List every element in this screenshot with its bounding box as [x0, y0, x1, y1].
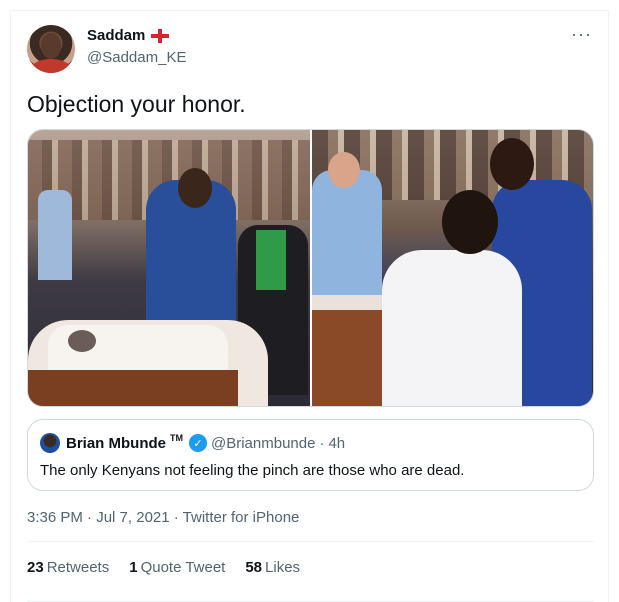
photo-pastor-head [178, 168, 212, 208]
likes-count: 58 [245, 559, 263, 576]
author-handle[interactable]: @Saddam_KE [87, 49, 186, 66]
likes-label: Likes [265, 559, 301, 576]
quoted-tweet-header: Brian Mbunde TM ✓ @Brianmbunde · 4h [66, 433, 345, 452]
quoted-timestamp[interactable]: 4h [328, 435, 345, 452]
avatar-shirt [31, 59, 71, 73]
quote-tweets-count: 1 [129, 559, 138, 576]
retweets-count: 23 [27, 559, 44, 576]
photo-person-head [327, 152, 360, 188]
more-options-icon[interactable]: ··· [571, 25, 592, 43]
photo-person [38, 190, 72, 280]
quoted-author-handle[interactable]: @Brianmbunde [211, 435, 315, 452]
quoted-separator: · [319, 434, 325, 452]
tweet-text: Objection your honor. [27, 91, 246, 117]
likes-stat[interactable]: 58 Likes [245, 559, 300, 576]
tweet-date[interactable]: Jul 7, 2021 [96, 509, 169, 526]
verified-badge-icon: ✓ [189, 434, 207, 452]
media-photo-left[interactable] [28, 130, 310, 406]
photo-body-face [68, 330, 96, 352]
tweet-media [27, 129, 594, 407]
timestamp-separator: · [82, 509, 97, 526]
avatar-face [41, 33, 61, 59]
quote-tweets-stat[interactable]: 1 Quote Tweet [129, 559, 225, 576]
tweet-source[interactable]: Twitter for iPhone [183, 509, 300, 526]
photo-green-shirt [256, 230, 286, 290]
tweet-card: Saddam @Saddam_KE ··· Objection your hon… [10, 10, 609, 602]
england-flag-icon [151, 28, 170, 43]
quote-tweets-label: Quote Tweet [140, 559, 226, 576]
divider [27, 541, 594, 542]
photo-man-head [441, 190, 498, 254]
photo-coffin-wood [28, 370, 238, 406]
tweet-stats: 23 Retweets 1 Quote Tweet 58 Likes [27, 559, 300, 576]
quoted-tweet[interactable]: Brian Mbunde TM ✓ @Brianmbunde · 4h The … [27, 419, 594, 491]
author-display-name[interactable]: Saddam [87, 27, 145, 44]
author-avatar[interactable] [27, 25, 75, 73]
photo-white-suit [381, 250, 522, 406]
timestamp-separator: · [169, 509, 183, 526]
tweet-timestamp: 3:36 PM · Jul 7, 2021 · Twitter for iPho… [27, 509, 299, 526]
quoted-tweet-text: The only Kenyans not feeling the pinch a… [40, 462, 465, 479]
quoted-author-name[interactable]: Brian Mbunde [66, 435, 166, 452]
retweets-label: Retweets [46, 559, 110, 576]
retweets-stat[interactable]: 23 Retweets [27, 559, 109, 576]
tweet-time[interactable]: 3:36 PM [27, 509, 83, 526]
quoted-author-avatar[interactable] [40, 433, 60, 453]
photo-pastor-head [489, 138, 534, 190]
author-name-row: Saddam [87, 27, 170, 44]
quoted-author-tm: TM [170, 433, 183, 443]
media-photo-right[interactable] [311, 130, 593, 406]
